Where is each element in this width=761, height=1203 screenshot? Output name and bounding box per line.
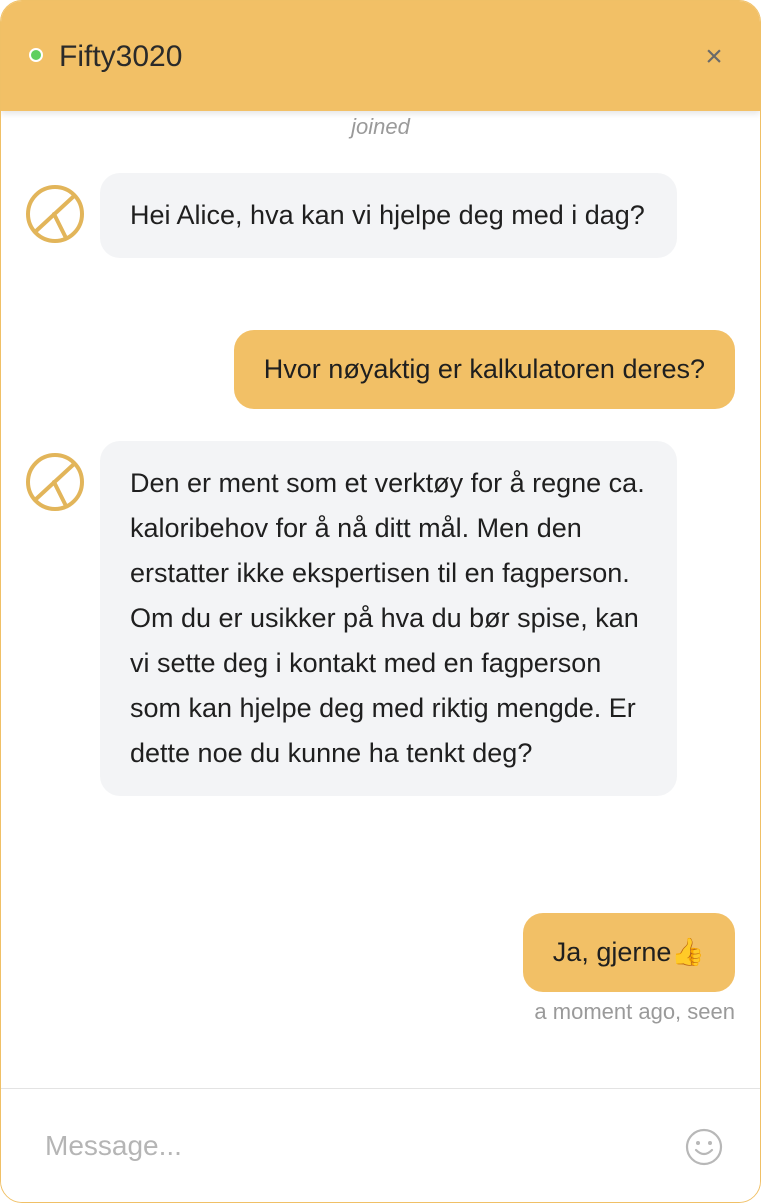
message-bubble-agent: Hei Alice, hva kan vi hjelpe deg med i d…: [100, 173, 677, 258]
chat-widget: Fifty3020 × joined Hei Alice, hva kan vi…: [0, 0, 761, 1203]
agent-avatar-icon: [26, 185, 84, 243]
close-button[interactable]: ×: [697, 39, 731, 75]
message-composer: [1, 1088, 760, 1202]
chat-title: Fifty3020: [59, 40, 183, 73]
online-status-icon: [29, 48, 43, 62]
agent-avatar-icon: [26, 453, 84, 511]
message-status: a moment ago, seen: [534, 999, 735, 1024]
chat-header: Fifty3020 ×: [1, 1, 760, 111]
message-bubble-agent: Den er ment som et verktøy for å regne c…: [100, 441, 677, 796]
message-input[interactable]: [45, 1125, 645, 1167]
joined-notice: joined: [351, 114, 410, 139]
message-bubble-user: Ja, gjerne👍: [522, 913, 735, 992]
message-bubble-user: Hvor nøyaktig er kalkulatoren deres?: [233, 330, 735, 409]
smiley-icon[interactable]: [685, 1128, 723, 1166]
